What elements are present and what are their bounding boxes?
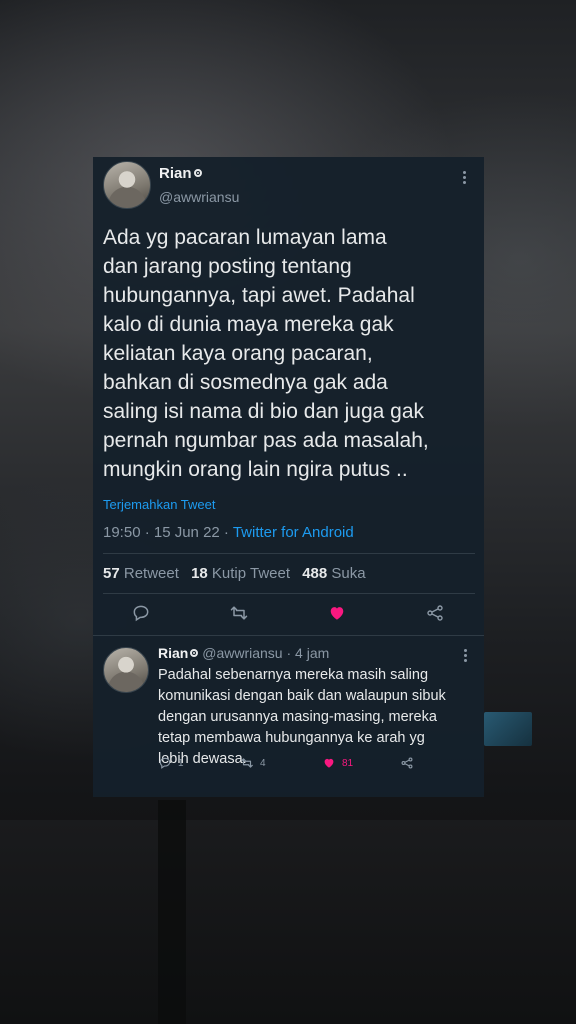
translate-link[interactable]: Terjemahkan Tweet <box>103 497 216 512</box>
tweet-meta: 19:50 · 15 Jun 22 · Twitter for Android <box>103 524 354 541</box>
heart-icon <box>324 758 334 768</box>
tweet-timestamp: 19:50 · 15 Jun 22 · <box>103 524 233 541</box>
author-name-text[interactable]: Rian <box>159 165 192 182</box>
background-window <box>484 712 532 746</box>
reply-age: · 4 jam <box>286 645 330 661</box>
author-handle[interactable]: @awwriansu <box>159 189 239 205</box>
quote-stat[interactable]: 18 Kutip Tweet <box>191 565 290 582</box>
tweet-text: Ada yg pacaran lumayan lama dan jarang p… <box>103 226 429 481</box>
divider <box>103 593 475 594</box>
reply-like-button[interactable]: 81 <box>322 755 353 771</box>
reply-icon[interactable] <box>131 603 151 623</box>
reply-reply-button[interactable]: 1 <box>158 755 184 771</box>
share-icon <box>401 757 413 769</box>
like-count: 81 <box>342 757 354 769</box>
reply-count: 1 <box>178 757 184 769</box>
reply-author-name[interactable]: Rian <box>158 645 188 661</box>
badge-icon <box>193 169 202 177</box>
heart-icon[interactable] <box>327 603 347 623</box>
reply-action-bar: 1 4 81 <box>158 755 458 775</box>
tweet-action-bar <box>93 601 484 629</box>
reply-icon <box>159 757 171 769</box>
badge-icon <box>190 649 199 657</box>
reply-tweet[interactable]: Rian @awwriansu · 4 jam Padahal sebenarn… <box>93 635 484 797</box>
background-pole <box>158 800 186 1024</box>
background-building <box>0 820 576 1024</box>
avatar[interactable] <box>103 647 149 693</box>
like-stat[interactable]: 488 Suka <box>302 565 365 582</box>
retweet-icon <box>241 758 253 768</box>
retweet-icon[interactable] <box>229 603 249 623</box>
share-icon[interactable] <box>425 603 445 623</box>
tweet-source-link[interactable]: Twitter for Android <box>233 524 354 541</box>
author-name[interactable]: Rian <box>159 165 202 182</box>
retweet-count: 4 <box>260 757 266 769</box>
divider <box>103 553 475 554</box>
retweet-stat[interactable]: 57 Retweet <box>103 565 179 582</box>
tweet-card: Rian @awwriansu Ada yg pacaran lumayan l… <box>93 157 484 797</box>
reply-share-button[interactable] <box>400 755 420 771</box>
more-icon[interactable] <box>464 649 468 664</box>
tweet-stats: 57 Retweet 18 Kutip Tweet 488 Suka <box>103 565 366 582</box>
more-icon[interactable] <box>463 171 467 186</box>
reply-header: Rian @awwriansu · 4 jam <box>158 645 329 661</box>
reply-retweet-button[interactable]: 4 <box>240 755 266 771</box>
avatar[interactable] <box>103 161 151 209</box>
reply-author-handle[interactable]: @awwriansu <box>202 645 282 661</box>
